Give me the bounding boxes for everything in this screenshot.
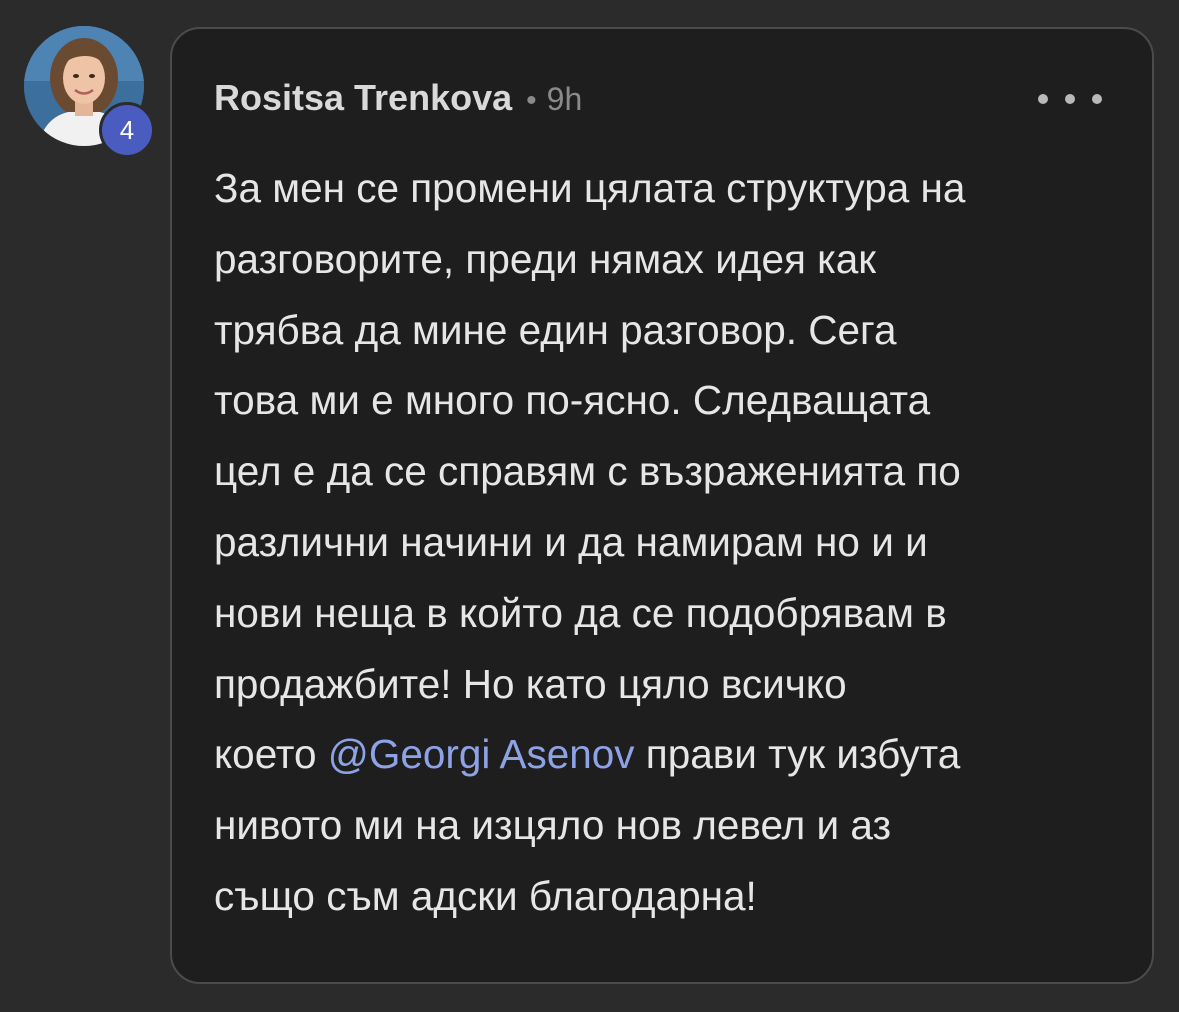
comment-text-fragment: което [214,731,328,778]
comment-line: За мен се промени цялата структура на [214,165,966,211]
comment-line: разговорите, преди нямах идея как [214,235,877,282]
comment-line: продажбите! Но като цяло всичко [214,660,847,707]
author-name[interactable]: Rositsa Trenkova [214,77,512,119]
comment-line: също съм адски благодарна! [214,872,757,919]
comment-line-with-mention: което @Georgi Asenov прави тук избута [214,719,1134,790]
comment-bubble: Rositsa Trenkova • 9h За мен се промени … [170,27,1154,984]
comment-line: различни начини и да намирам но и и [214,518,928,565]
more-horizontal-icon [1038,94,1048,104]
comment-line: нови неща в който да се подобрявам в [214,589,947,636]
more-horizontal-icon-dot [1065,94,1075,104]
meta-separator: • [526,84,537,117]
comment-line: трябва да мине един разговор. Сега [214,306,897,353]
user-mention-link[interactable]: @Georgi Asenov [328,731,635,777]
comment-line: нивото ми на изцяло нов левел и аз [214,802,892,849]
comment-header: Rositsa Trenkova • 9h [214,77,582,119]
level-badge: 4 [99,102,155,158]
author-avatar-container[interactable]: 4 [24,26,155,158]
comment-line: това ми е много по-ясно. Следващата [214,377,931,424]
comment-body: За мен се промени цялата структура на ра… [214,153,1134,932]
comment-line: цел е да се справям с възраженията по [214,448,961,495]
more-options-button[interactable] [1038,81,1102,117]
comment-timestamp[interactable]: 9h [547,81,583,118]
more-horizontal-icon-dot [1092,94,1102,104]
comment-page: 4 Rositsa Trenkova • 9h За мен се промен… [0,0,1179,1012]
comment-text-fragment: прави тук избута [634,731,961,778]
